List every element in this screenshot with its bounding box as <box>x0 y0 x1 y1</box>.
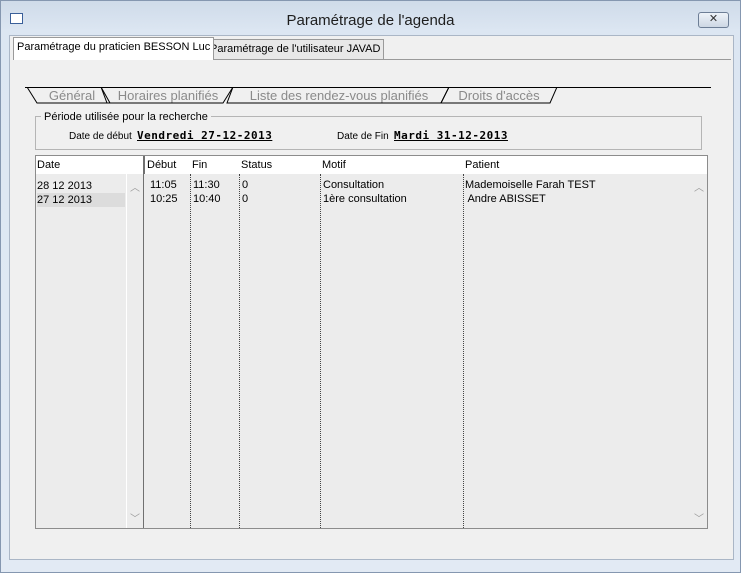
date-list-scrollbar[interactable]: ︿ ﹀ <box>127 174 143 528</box>
col-header-patient[interactable]: Patient <box>465 156 500 174</box>
date-debut-label: Date de début <box>69 131 132 142</box>
cell-debut[interactable]: 10:25 <box>150 192 178 206</box>
col-header-status[interactable]: Status <box>241 156 273 174</box>
date-fin-label: Date de Fin <box>337 131 389 142</box>
subtab-general[interactable]: Général <box>37 88 107 104</box>
tab-utilisateur[interactable]: Paramétrage de l'utilisateur JAVAD <box>206 39 385 59</box>
col-header-debut[interactable]: Début <box>147 156 177 174</box>
close-icon: ✕ <box>708 13 719 25</box>
date-fin-value[interactable]: Mardi 31-12-2013 <box>394 129 508 142</box>
dialog-client-area: Paramétrage du praticien BESSON Luc Para… <box>9 35 734 560</box>
chevron-up-icon[interactable]: ︿ <box>693 179 705 194</box>
window-title: Paramétrage de l'agenda <box>286 12 455 29</box>
title-bar[interactable]: Paramétrage de l'agenda ✕ <box>1 1 740 31</box>
cell-status[interactable]: 0 <box>242 178 248 192</box>
date-list-item[interactable]: 27 12 2013 <box>37 193 125 207</box>
praticien-panel: Général Horaires planifiés Liste des ren… <box>13 59 731 558</box>
subtab-horaires[interactable]: Horaires planifiés <box>109 88 227 104</box>
subtab-droits[interactable]: Droits d'accès <box>445 88 553 104</box>
periode-legend: Période utilisée pour la recherche <box>41 111 211 123</box>
col-header-fin[interactable]: Fin <box>192 156 208 174</box>
col-header-motif[interactable]: Motif <box>322 156 346 174</box>
date-list-item[interactable]: 28 12 2013 <box>37 179 125 194</box>
appointments-scrollbar[interactable]: ︿ ﹀ <box>691 174 707 528</box>
chevron-down-icon[interactable]: ﹀ <box>693 510 705 525</box>
appointments-list[interactable] <box>144 174 692 528</box>
cell-motif[interactable]: Consultation <box>323 178 384 192</box>
cell-patient[interactable]: Mademoiselle Farah TEST <box>465 178 596 192</box>
cell-fin[interactable]: 10:40 <box>193 192 221 206</box>
appointments-grid: Date 28 12 2013 27 12 2013 ︿ ﹀ Début Fin… <box>35 155 708 529</box>
chevron-down-icon[interactable]: ﹀ <box>129 510 141 525</box>
tab-praticien[interactable]: Paramétrage du praticien BESSON Luc <box>13 37 215 60</box>
date-list[interactable] <box>36 174 126 528</box>
date-debut-value[interactable]: Vendredi 27-12-2013 <box>137 129 272 142</box>
cell-fin[interactable]: 11:30 <box>193 178 220 192</box>
cell-status[interactable]: 0 <box>242 192 248 206</box>
close-button[interactable]: ✕ <box>698 12 729 28</box>
cell-patient[interactable]: Andre ABISSET <box>465 192 545 206</box>
chevron-up-icon[interactable]: ︿ <box>129 179 141 194</box>
agenda-settings-window: Paramétrage de l'agenda ✕ Paramétrage du… <box>0 0 741 573</box>
sub-tab-strip: Général Horaires planifiés Liste des ren… <box>25 87 711 105</box>
date-column-header[interactable]: Date <box>37 156 61 174</box>
cell-motif[interactable]: 1ère consultation <box>323 192 407 206</box>
subtab-liste-rdv[interactable]: Liste des rendez-vous planifiés <box>235 88 443 104</box>
cell-debut[interactable]: 11:05 <box>150 178 177 192</box>
